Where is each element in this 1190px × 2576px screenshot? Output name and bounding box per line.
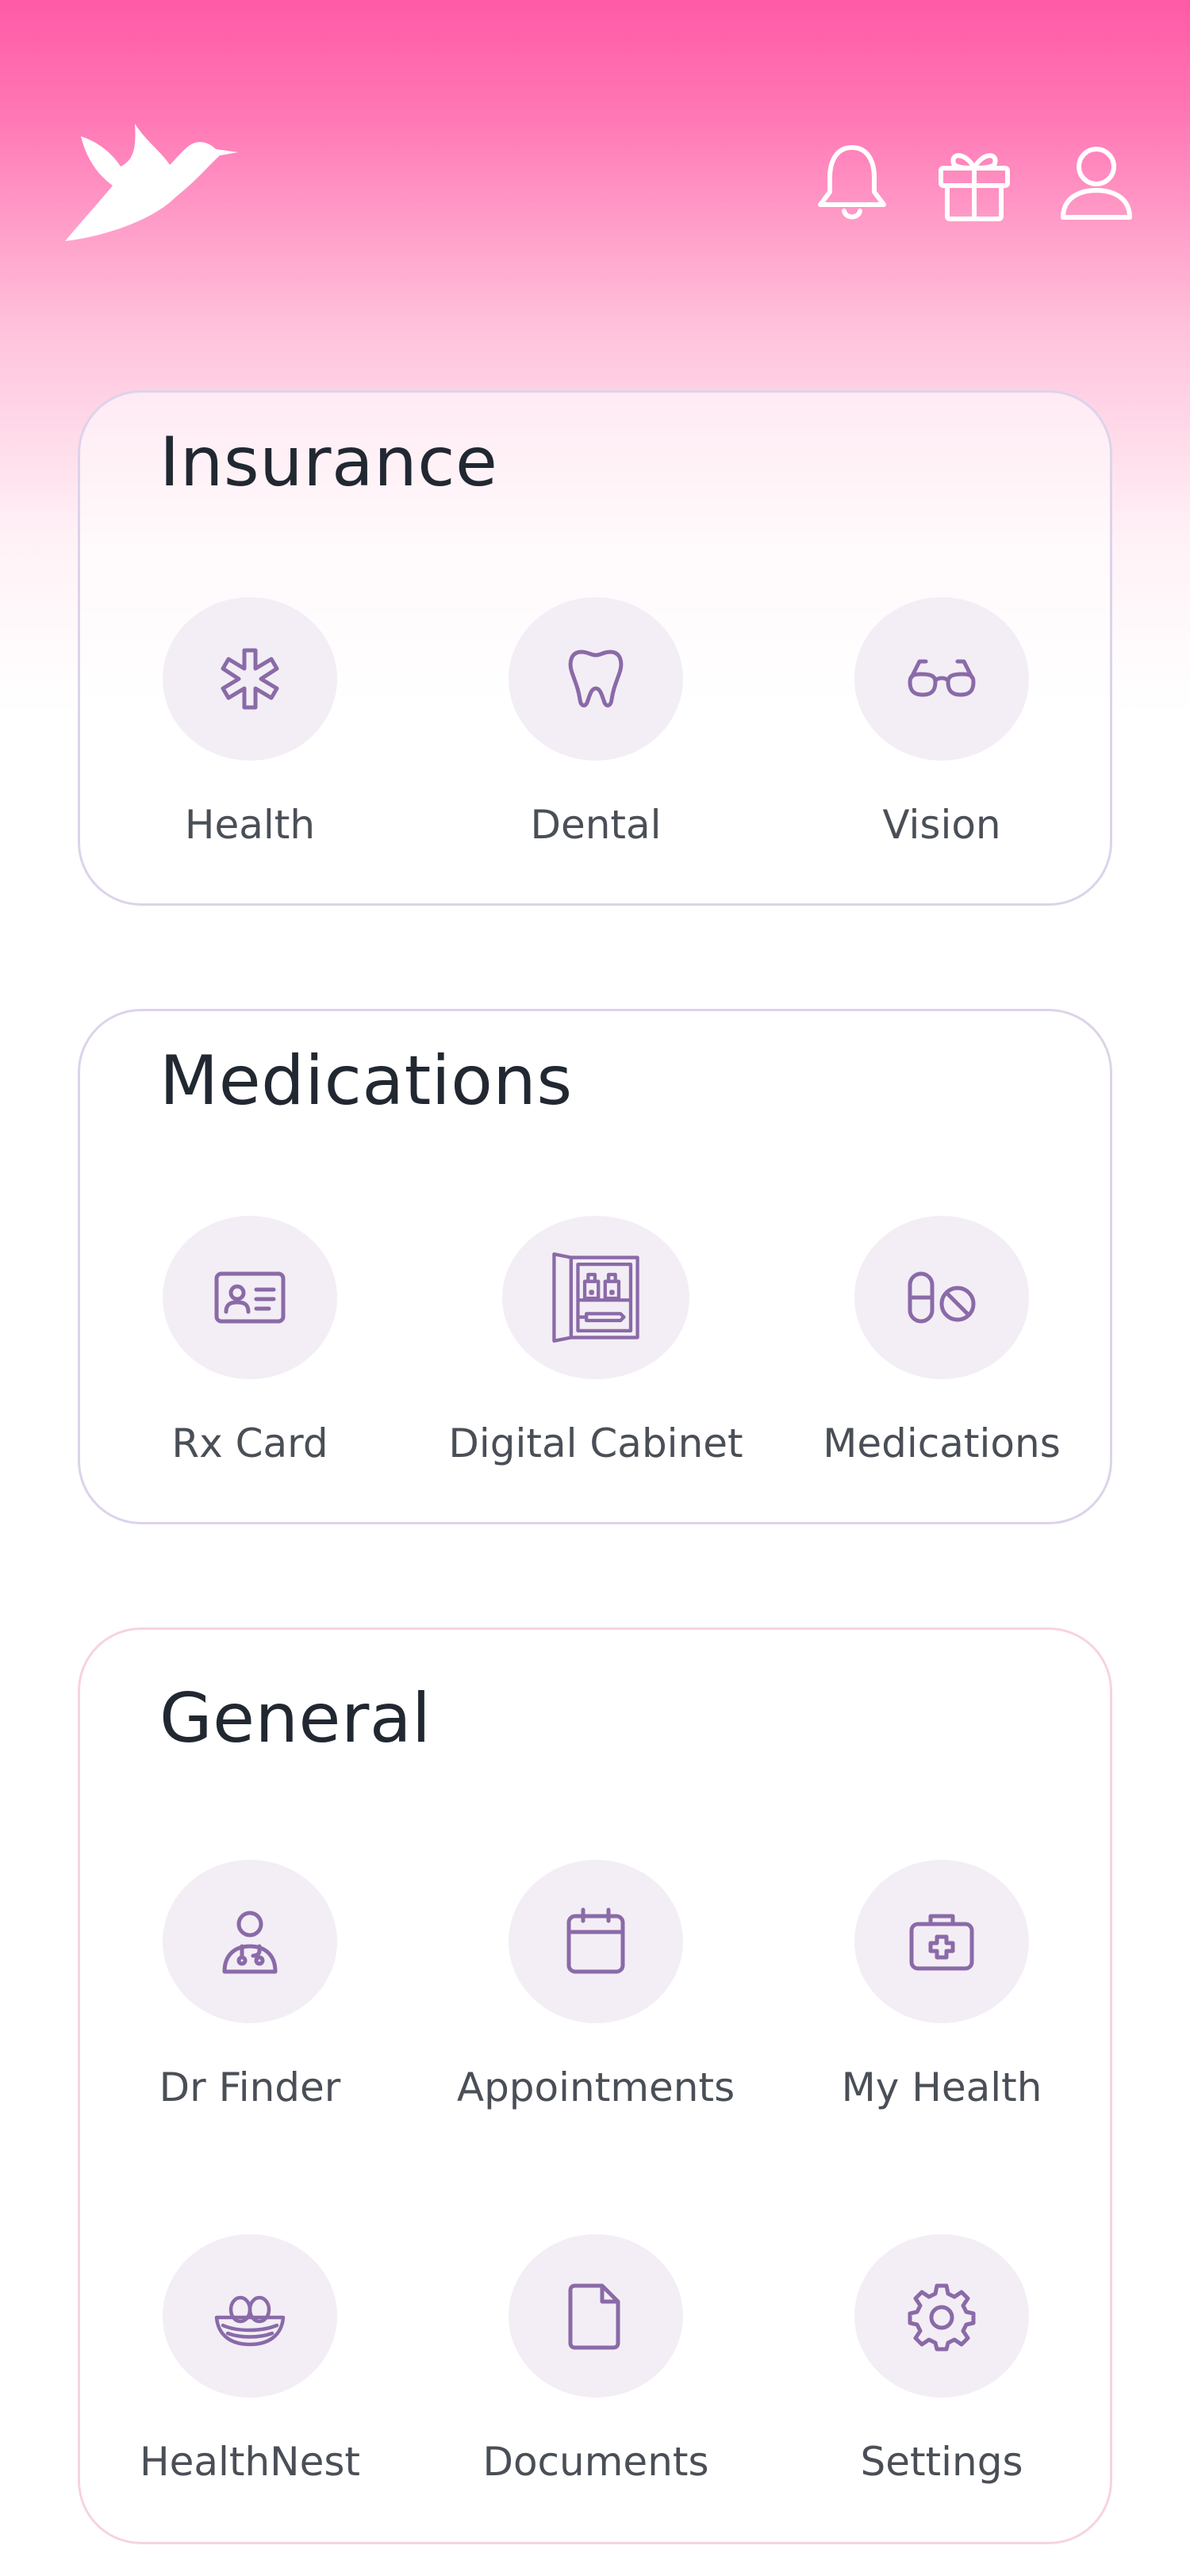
- document-icon: [568, 2283, 620, 2350]
- nest-icon: [214, 2295, 286, 2347]
- first-aid-kit-icon: [909, 1914, 974, 1971]
- appointments-icon-circle: [509, 1860, 683, 2023]
- vision-icon-circle: [854, 597, 1029, 761]
- tile-label: Health: [184, 802, 316, 848]
- tile-label: HealthNest: [139, 2439, 360, 2485]
- medications-icon-circle: [854, 1216, 1029, 1379]
- tile-label: Rx Card: [171, 1420, 328, 1466]
- general-card: General Dr Finder Appointments My Health…: [78, 1627, 1112, 2544]
- app-header: [0, 0, 1190, 262]
- my-health-icon-circle: [854, 1860, 1029, 2023]
- documents-icon-circle: [509, 2234, 683, 2398]
- section-title: Insurance: [159, 423, 498, 502]
- doctor-icon: [222, 1911, 278, 1974]
- tile-label: Documents: [482, 2439, 709, 2485]
- id-card-icon: [214, 1271, 286, 1324]
- dental-icon-circle: [509, 597, 683, 761]
- tile-label: Dental: [530, 802, 662, 848]
- settings-icon-circle: [854, 2234, 1029, 2398]
- bell-icon[interactable]: [812, 140, 892, 227]
- medicine-cabinet-icon: [552, 1252, 639, 1343]
- tile-label: Settings: [860, 2439, 1023, 2485]
- tile-label: My Health: [841, 2064, 1042, 2110]
- tile-label: Digital Cabinet: [448, 1420, 743, 1466]
- medications-card: Medications Rx Card Digital Cabinet Medi…: [78, 1009, 1112, 1524]
- dr-finder-icon-circle: [163, 1860, 337, 2023]
- glasses-icon: [908, 659, 976, 697]
- tile-label: Appointments: [456, 2064, 735, 2110]
- pill-icon: [908, 1271, 976, 1324]
- medical-star-icon: [221, 648, 279, 710]
- tooth-icon: [568, 650, 624, 707]
- healthnest-icon-circle: [163, 2234, 337, 2398]
- digital-cabinet-icon-circle: [502, 1216, 689, 1379]
- section-title: Medications: [159, 1041, 573, 1121]
- hummingbird-logo[interactable]: [57, 117, 240, 248]
- calendar-icon: [566, 1907, 625, 1974]
- tile-label: Dr Finder: [159, 2064, 341, 2110]
- gift-icon[interactable]: [935, 140, 1014, 227]
- insurance-card: Insurance Health Dental Vision: [78, 390, 1112, 906]
- health-icon-circle: [163, 597, 337, 761]
- tile-label: Medications: [823, 1420, 1061, 1466]
- user-icon[interactable]: [1057, 140, 1136, 227]
- rx-card-icon-circle: [163, 1216, 337, 1379]
- section-title: General: [159, 1679, 432, 1758]
- gear-icon: [908, 2283, 976, 2352]
- tile-label: Vision: [882, 802, 1001, 848]
